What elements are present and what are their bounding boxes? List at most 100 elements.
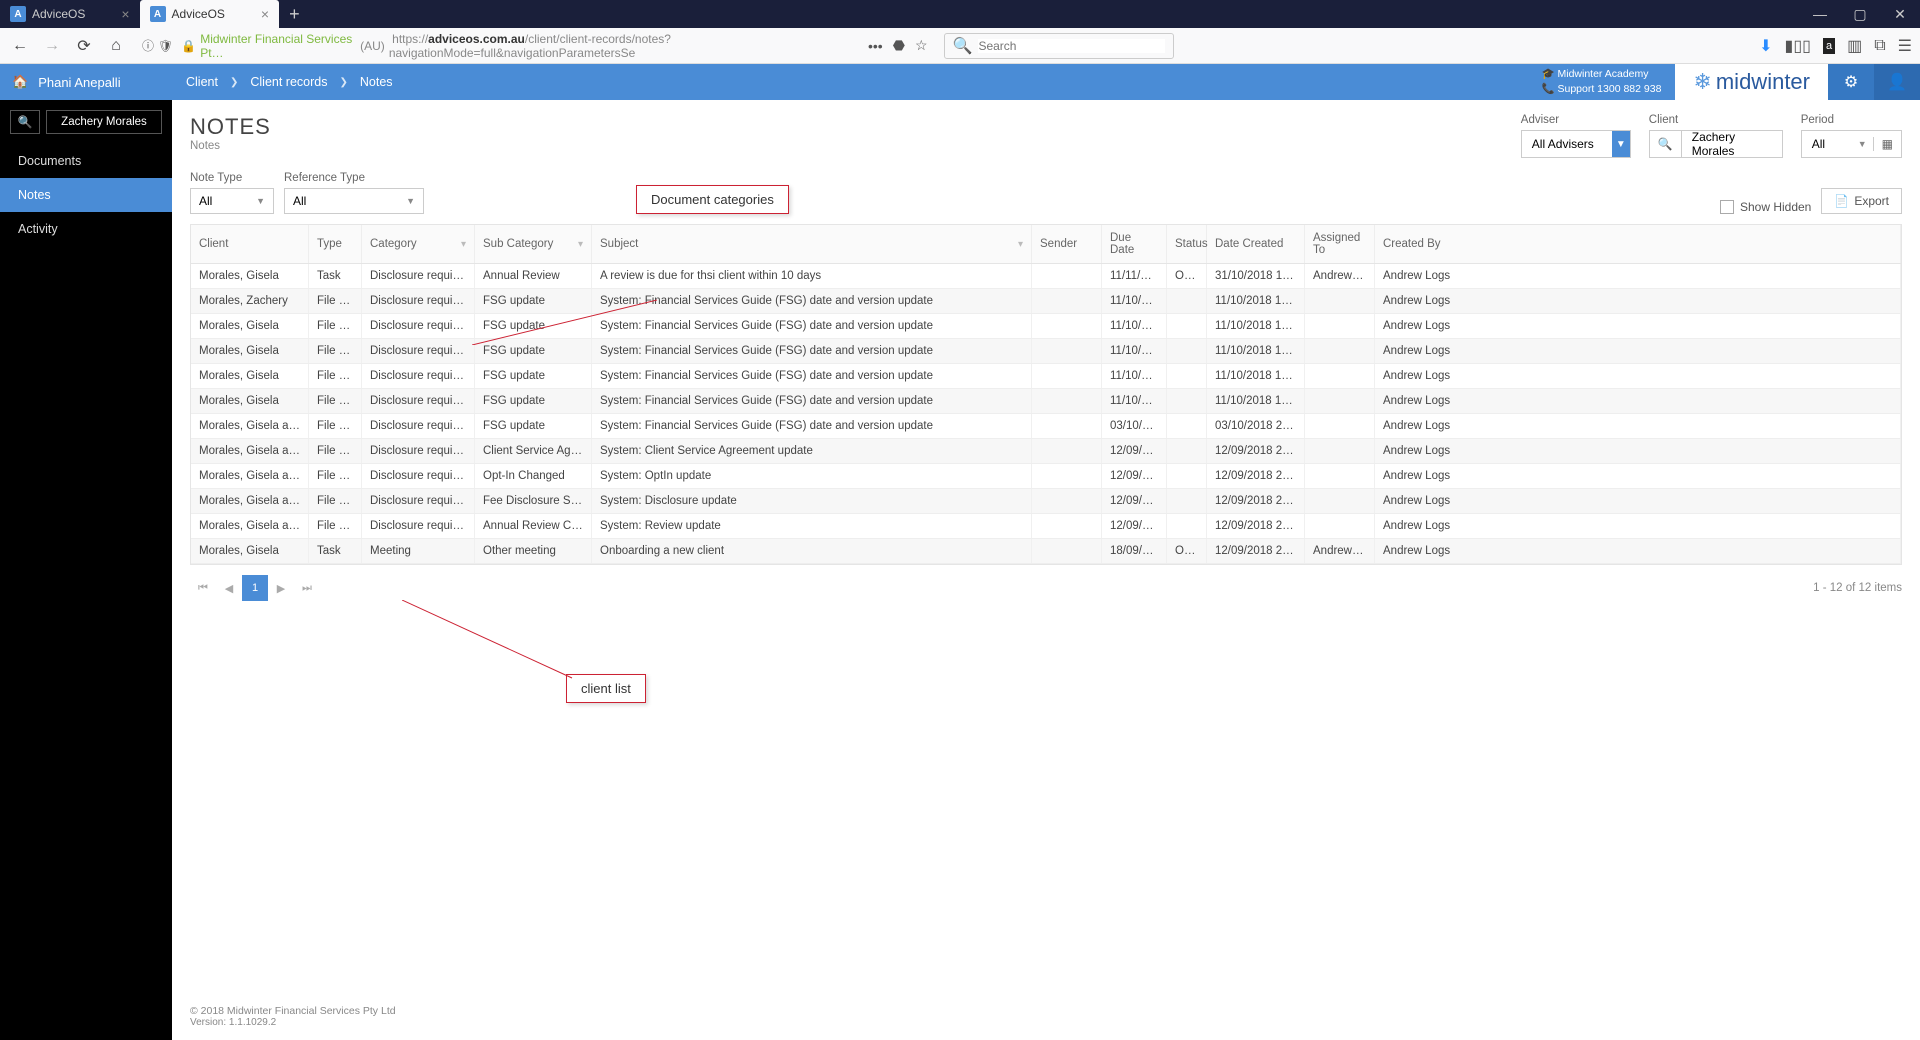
table-row[interactable]: Morales, Gisela and Z…File noteDisclosur… [191,489,1901,514]
downloads-icon[interactable]: ⬇ [1759,36,1772,56]
ext-icon[interactable]: a [1823,38,1835,54]
table-row[interactable]: Morales, GiselaTaskDisclosure requiremen… [191,264,1901,289]
cell [1032,464,1102,488]
ext-icon[interactable]: ⧉ [1874,37,1885,55]
cell [1167,414,1207,438]
col-header-created[interactable]: Date Created [1207,225,1305,263]
settings-button[interactable]: ⚙ [1828,64,1874,100]
page-last-button[interactable]: ⏭ [294,575,320,601]
sidebar-client-selector[interactable]: Zachery Morales [46,110,162,134]
table-row[interactable]: Morales, Gisela and Z…File noteDisclosur… [191,464,1901,489]
table-row[interactable]: Morales, ZacheryFile noteDisclosure requ… [191,289,1901,314]
pocket-icon[interactable]: ⬣ [893,37,905,54]
checkbox-icon[interactable] [1720,200,1734,214]
table-row[interactable]: Morales, GiselaFile noteDisclosure requi… [191,364,1901,389]
period-select[interactable]: All ▼ ▦ [1801,130,1902,158]
table-row[interactable]: Morales, GiselaFile noteDisclosure requi… [191,389,1901,414]
ref-type-select[interactable]: All ▼ [284,188,424,214]
calendar-icon[interactable]: ▦ [1873,137,1901,151]
browser-tab[interactable]: A AdviceOS × [0,0,140,28]
table-row[interactable]: Morales, GiselaFile noteDisclosure requi… [191,314,1901,339]
tab-title: AdviceOS [32,7,85,21]
more-icon[interactable]: ••• [868,38,883,54]
note-type-select[interactable]: All ▼ [190,188,274,214]
col-header-client[interactable]: Client [191,225,309,263]
cell: Disclosure requirement [362,364,475,388]
cell: Morales, Gisela [191,539,309,563]
col-header-sender[interactable]: Sender [1032,225,1102,263]
filter-icon[interactable]: ▾ [461,239,466,250]
search-input[interactable] [978,39,1164,53]
tab-title: AdviceOS [172,7,225,21]
sidebar-item-documents[interactable]: Documents [0,144,172,178]
cell: Andrew Logs [1375,389,1901,413]
new-tab-button[interactable]: + [279,4,310,25]
cell: 31/10/2018 10:00 [1207,264,1305,288]
client-select[interactable]: 🔍 Zachery Morales [1649,130,1783,158]
cell: 11/10/2018 [1102,389,1167,413]
cell: 12/09/2018 22:36 [1207,539,1305,563]
gear-icon: ⚙ [1844,72,1858,92]
cell: 12/09/2018 22:38 [1207,489,1305,513]
forward-button[interactable]: → [40,37,64,55]
cell [1167,514,1207,538]
cell: 11/10/2018 [1102,364,1167,388]
table-row[interactable]: Morales, Gisela and Z…File noteDisclosur… [191,414,1901,439]
col-header-subcategory[interactable]: Sub Category▾ [475,225,592,263]
home-button[interactable]: ⌂ [104,37,128,55]
cell: Client Service Agreem… [475,439,592,463]
profile-button[interactable]: 👤 [1874,64,1920,100]
page-prev-button[interactable]: ◀ [216,575,242,601]
info-icon[interactable]: ⓘ [142,37,154,54]
back-button[interactable]: ← [8,37,32,55]
export-button[interactable]: 📄 Export [1821,188,1902,214]
cell: Andrew Logs [1375,314,1901,338]
close-icon[interactable]: × [121,6,129,22]
col-header-createdby[interactable]: Created By [1375,225,1901,263]
sidebar-item-activity[interactable]: Activity [0,212,172,246]
library-icon[interactable]: ▮▯▯ [1785,36,1811,56]
col-header-type[interactable]: Type [309,225,362,263]
crumb[interactable]: Client records [250,75,327,89]
col-header-category[interactable]: Category▾ [362,225,475,263]
close-window-icon[interactable]: ✕ [1880,6,1920,23]
cell: System: Review update [592,514,1032,538]
cell [1167,439,1207,463]
user-block[interactable]: 🏠 Phani Anepalli [0,64,172,100]
ext-icon[interactable]: ▥ [1847,36,1862,56]
table-row[interactable]: Morales, Gisela and Z…File noteDisclosur… [191,514,1901,539]
maximize-icon[interactable]: ▢ [1840,6,1880,23]
menu-icon[interactable]: ☰ [1898,36,1912,56]
col-header-subject[interactable]: Subject▾ [592,225,1032,263]
browser-tab-active[interactable]: A AdviceOS × [140,0,280,28]
page-first-button[interactable]: ⏮ [190,575,216,601]
sidebar-item-notes[interactable]: Notes [0,178,172,212]
cell [1167,464,1207,488]
col-header-status[interactable]: Status [1167,225,1207,263]
page-next-button[interactable]: ▶ [268,575,294,601]
sidebar-search-button[interactable]: 🔍 [10,110,40,134]
crumb[interactable]: Client [186,75,218,89]
table-row[interactable]: Morales, GiselaFile noteDisclosure requi… [191,339,1901,364]
chevron-down-icon: ▼ [1612,131,1630,157]
close-icon[interactable]: × [261,6,269,22]
col-header-assigned[interactable]: Assigned To [1305,225,1375,263]
address-bar[interactable]: ⓘ 🛡 🔒 Midwinter Financial Services Pt… (… [136,33,856,59]
reload-button[interactable]: ⟳ [72,36,96,56]
table-row[interactable]: Morales, Gisela and Z…File noteDisclosur… [191,439,1901,464]
cell: File note [309,389,362,413]
cell: Other meeting [475,539,592,563]
cell [1032,289,1102,313]
minimize-icon[interactable]: — [1800,6,1840,23]
cell: FSG update [475,414,592,438]
filter-icon[interactable]: ▾ [578,239,583,250]
cell: Andrew Logs [1375,339,1901,363]
search-box[interactable]: 🔍 [944,33,1174,59]
filter-icon[interactable]: ▾ [1018,239,1023,250]
table-row[interactable]: Morales, GiselaTaskMeetingOther meetingO… [191,539,1901,564]
adviser-select[interactable]: All Advisers ▼ [1521,130,1631,158]
col-header-due[interactable]: Due Date [1102,225,1167,263]
show-hidden-toggle[interactable]: Show Hidden [1720,200,1811,214]
bookmark-icon[interactable]: ☆ [915,37,928,54]
page-number-current[interactable]: 1 [242,575,268,601]
